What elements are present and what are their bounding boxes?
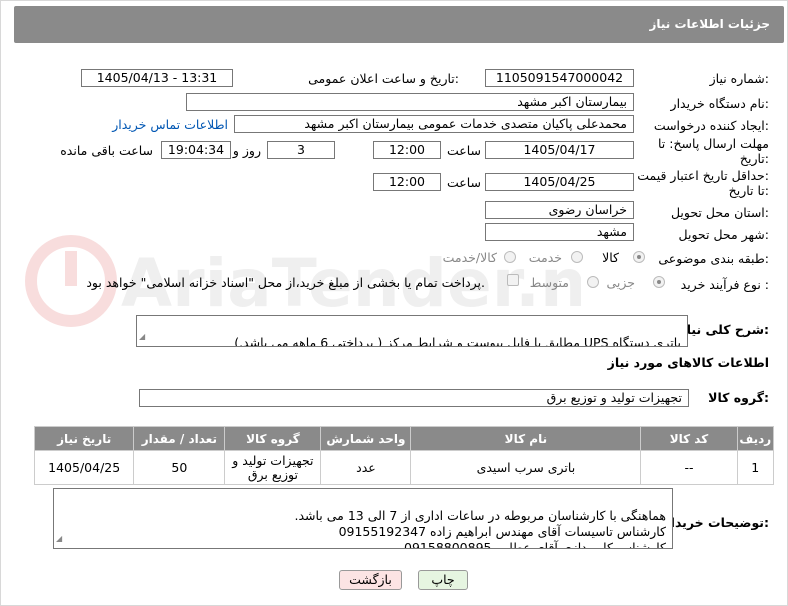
goods-table-header: ردیف کد کالا نام کالا واحد شمارش گروه کا… <box>33 426 775 451</box>
process-radio-medium[interactable] <box>587 276 599 288</box>
col-row-header: ردیف <box>736 426 775 451</box>
requester-label: ایجاد کننده درخواست: <box>653 118 769 133</box>
remaining-time-field[interactable]: 19:04:34 <box>161 141 231 159</box>
col-name-header: نام کالا <box>410 426 642 451</box>
description-label: شرح کلی نیاز: <box>679 322 770 337</box>
cell-name: باتری سرب اسیدی <box>410 450 642 485</box>
requester-field[interactable]: محمدعلی پاکیان متصدی خدمات عمومی بیمارست… <box>234 115 634 133</box>
cell-date: 1405/04/25 <box>33 450 135 485</box>
category-radio-goods[interactable] <box>633 251 645 263</box>
table-row[interactable]: 1 -- باتری سرب اسیدی عدد تجهیزات تولید و… <box>33 450 775 485</box>
category-option-goods: کالا <box>602 250 619 265</box>
col-unit-header: واحد شمارش <box>320 426 412 451</box>
category-radio-goods-service[interactable] <box>504 251 516 263</box>
buyer-notes-label: توضیحات خریدار: <box>663 515 769 530</box>
description-text: باتری دستگاه UPS مطابق با فایل پیوست و ش… <box>234 335 681 347</box>
resize-grip-icon[interactable]: ◢ <box>139 329 145 345</box>
cell-unit: عدد <box>320 450 412 485</box>
goods-section-title: اطلاعات کالاهای مورد نیاز <box>607 355 769 370</box>
deadline-time-label: ساعت <box>446 143 481 158</box>
need-number-label: شماره نیاز: <box>709 71 769 86</box>
goods-group-field[interactable]: تجهیزات تولید و توزیع برق <box>139 389 689 407</box>
col-date-header: تاریخ نیاز <box>33 426 135 451</box>
deadline-days-label: روز و <box>232 143 261 158</box>
cell-code: -- <box>640 450 738 485</box>
delivery-city-label: شهر محل تحویل: <box>678 227 769 242</box>
need-number-field[interactable]: 1105091547000042 <box>485 69 634 87</box>
deadline-days-field[interactable]: 3 <box>267 141 335 159</box>
category-option-service: خدمت <box>528 250 562 265</box>
delivery-province-field[interactable]: خراسان رضوی <box>485 201 634 219</box>
process-option-medium: متوسط <box>529 275 569 290</box>
panel-title: جزئیات اطلاعات نیاز <box>649 17 770 31</box>
delivery-city-field[interactable]: مشهد <box>485 223 634 241</box>
cell-qty: 50 <box>133 450 226 485</box>
buyer-notes-textarea[interactable]: هماهنگی با کارشناسان مربوطه در ساعات ادا… <box>53 488 673 549</box>
panel-header: جزئیات اطلاعات نیاز <box>14 6 784 43</box>
col-group-header: گروه کالا <box>224 426 322 451</box>
category-option-goods-service: کالا/خدمت <box>442 250 497 265</box>
buyer-org-label: نام دستگاه خریدار: <box>670 96 769 111</box>
category-radio-service[interactable] <box>571 251 583 263</box>
category-label: طبقه بندی موضوعی: <box>658 251 769 266</box>
col-qty-header: تعداد / مقدار <box>133 426 226 451</box>
delivery-province-label: استان محل تحویل: <box>670 205 769 220</box>
print-button[interactable]: چاپ <box>418 570 468 590</box>
price-validity-label-line2: تا تاریخ: <box>728 183 769 198</box>
goods-group-label: گروه کالا: <box>708 390 769 405</box>
treasury-payment-note: پرداخت تمام یا بخشی از مبلغ خرید،از محل … <box>86 275 485 290</box>
cell-row: 1 <box>736 450 775 485</box>
announce-datetime-field[interactable]: 1405/04/13 - 13:31 <box>81 69 233 87</box>
need-details-panel: جزئیات اطلاعات نیاز AriaTender.net شماره… <box>0 0 788 606</box>
buyer-contact-link[interactable]: اطلاعات تماس خریدار <box>112 117 228 132</box>
buyer-org-field[interactable]: بیمارستان اکبر مشهد <box>186 93 634 111</box>
process-type-label: نوع فرآیند خرید : <box>680 277 769 292</box>
price-validity-date-field[interactable]: 1405/04/25 <box>485 173 634 191</box>
process-option-minor: جزیی <box>606 275 635 290</box>
description-textarea[interactable]: باتری دستگاه UPS مطابق با فایل پیوست و ش… <box>136 315 688 347</box>
price-validity-time-field[interactable]: 12:00 <box>373 173 441 191</box>
treasury-payment-checkbox[interactable] <box>507 274 519 286</box>
announce-datetime-label: تاریخ و ساعت اعلان عمومی: <box>308 71 459 86</box>
price-validity-time-label: ساعت <box>446 175 481 190</box>
price-validity-label-line1: حداقل تاریخ اعتبار قیمت: <box>637 168 769 183</box>
remaining-time-label: ساعت باقی مانده <box>60 143 153 158</box>
col-code-header: کد کالا <box>640 426 738 451</box>
goods-table: ردیف کد کالا نام کالا واحد شمارش گروه کا… <box>33 426 775 485</box>
cell-group: تجهیزات تولید و توزیع برق <box>224 450 322 485</box>
back-button[interactable]: بازگشت <box>339 570 402 590</box>
deadline-date-field[interactable]: 1405/04/17 <box>485 141 634 159</box>
deadline-label-line1: مهلت ارسال پاسخ: تا <box>658 136 769 151</box>
deadline-time-field[interactable]: 12:00 <box>373 141 441 159</box>
buyer-notes-text: هماهنگی با کارشناسان مربوطه در ساعات ادا… <box>294 508 666 549</box>
resize-grip-icon[interactable]: ◢ <box>56 531 62 547</box>
deadline-label-line2: تاریخ: <box>739 151 769 166</box>
process-radio-minor[interactable] <box>653 276 665 288</box>
